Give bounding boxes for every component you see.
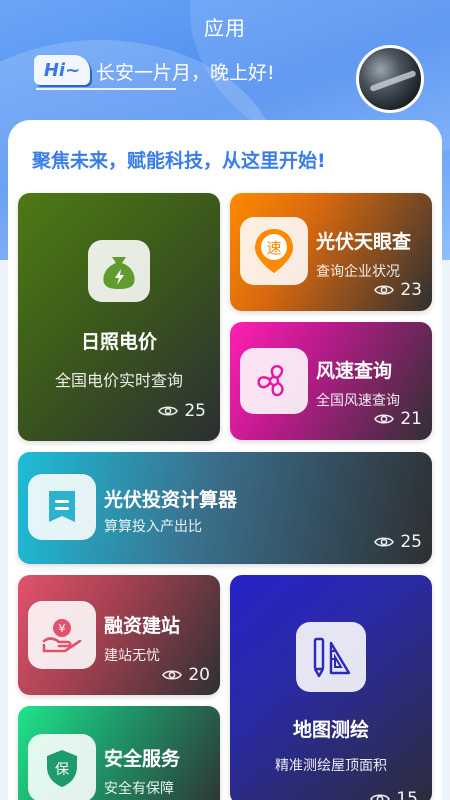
card-title: 光伏天眼查 [316, 231, 412, 253]
card-subtitle: 建站无忧 [104, 648, 160, 664]
svg-text:¥: ¥ [59, 622, 66, 635]
views-count: 20 [162, 665, 210, 685]
hand-coin-icon: ¥ [28, 601, 96, 669]
views-count: 25 [374, 532, 422, 552]
card-subtitle: 全国风速查询 [316, 393, 400, 409]
card-title: 地图测绘 [292, 719, 369, 741]
hi-badge: Hi~ [34, 55, 90, 85]
eye-icon [162, 670, 183, 680]
fan-icon [240, 348, 308, 414]
card-wind-speed[interactable]: 风速查询 全国风速查询 21 [230, 322, 432, 440]
card-title: 安全服务 [104, 748, 181, 770]
views-value: 15 [396, 789, 418, 800]
views-value: 23 [400, 280, 422, 300]
money-bag-icon [88, 240, 150, 302]
views-value: 25 [184, 401, 206, 421]
document-icon [28, 474, 96, 540]
card-solar-price[interactable]: 日照电价 全国电价实时查询 25 [18, 193, 220, 441]
ruler-pencil-icon [296, 622, 366, 692]
slogan-text: 聚焦未来，赋能科技，从这里开始! [32, 150, 326, 172]
eye-icon [374, 537, 395, 547]
card-title: 日照电价 [80, 331, 157, 353]
views-count: 21 [374, 409, 422, 429]
card-subtitle: 精准测绘屋顶面积 [275, 758, 387, 774]
views-value: 21 [400, 409, 422, 429]
shield-icon: 保 [28, 734, 96, 800]
greeting-text: 长安一片月，晚上好! [96, 62, 275, 84]
card-subtitle: 查询企业状况 [316, 264, 400, 280]
eye-icon [370, 794, 391, 800]
views-value: 25 [400, 532, 422, 552]
card-title: 光伏投资计算器 [104, 489, 238, 511]
svg-text:速: 速 [266, 239, 281, 257]
card-financing[interactable]: ¥ 融资建站 建站无忧 20 [18, 575, 220, 695]
location-pin-icon: 速 [240, 217, 308, 285]
eye-icon [374, 285, 395, 295]
card-security[interactable]: 保 安全服务 安全有保障 [18, 706, 220, 800]
svg-text:保: 保 [55, 762, 69, 778]
views-count: 23 [374, 280, 422, 300]
greeting-underline [36, 88, 176, 90]
eye-icon [374, 414, 395, 424]
views-count: 15 [370, 789, 418, 800]
card-title: 风速查询 [316, 360, 393, 382]
card-map-survey[interactable]: 地图测绘 精准测绘屋顶面积 15 [230, 575, 432, 800]
card-subtitle: 全国电价实时查询 [54, 371, 183, 390]
eye-icon [158, 406, 179, 416]
card-subtitle: 安全有保障 [104, 781, 174, 797]
card-pv-tianyan[interactable]: 速 光伏天眼查 查询企业状况 23 [230, 193, 432, 311]
card-subtitle: 算算投入产出比 [104, 519, 202, 535]
views-count: 25 [158, 401, 206, 421]
page-title: 应用 [204, 16, 246, 40]
card-title: 融资建站 [104, 615, 181, 637]
card-pv-calculator[interactable]: 光伏投资计算器 算算投入产出比 25 [18, 452, 432, 564]
views-value: 20 [188, 665, 210, 685]
avatar[interactable] [356, 45, 424, 113]
